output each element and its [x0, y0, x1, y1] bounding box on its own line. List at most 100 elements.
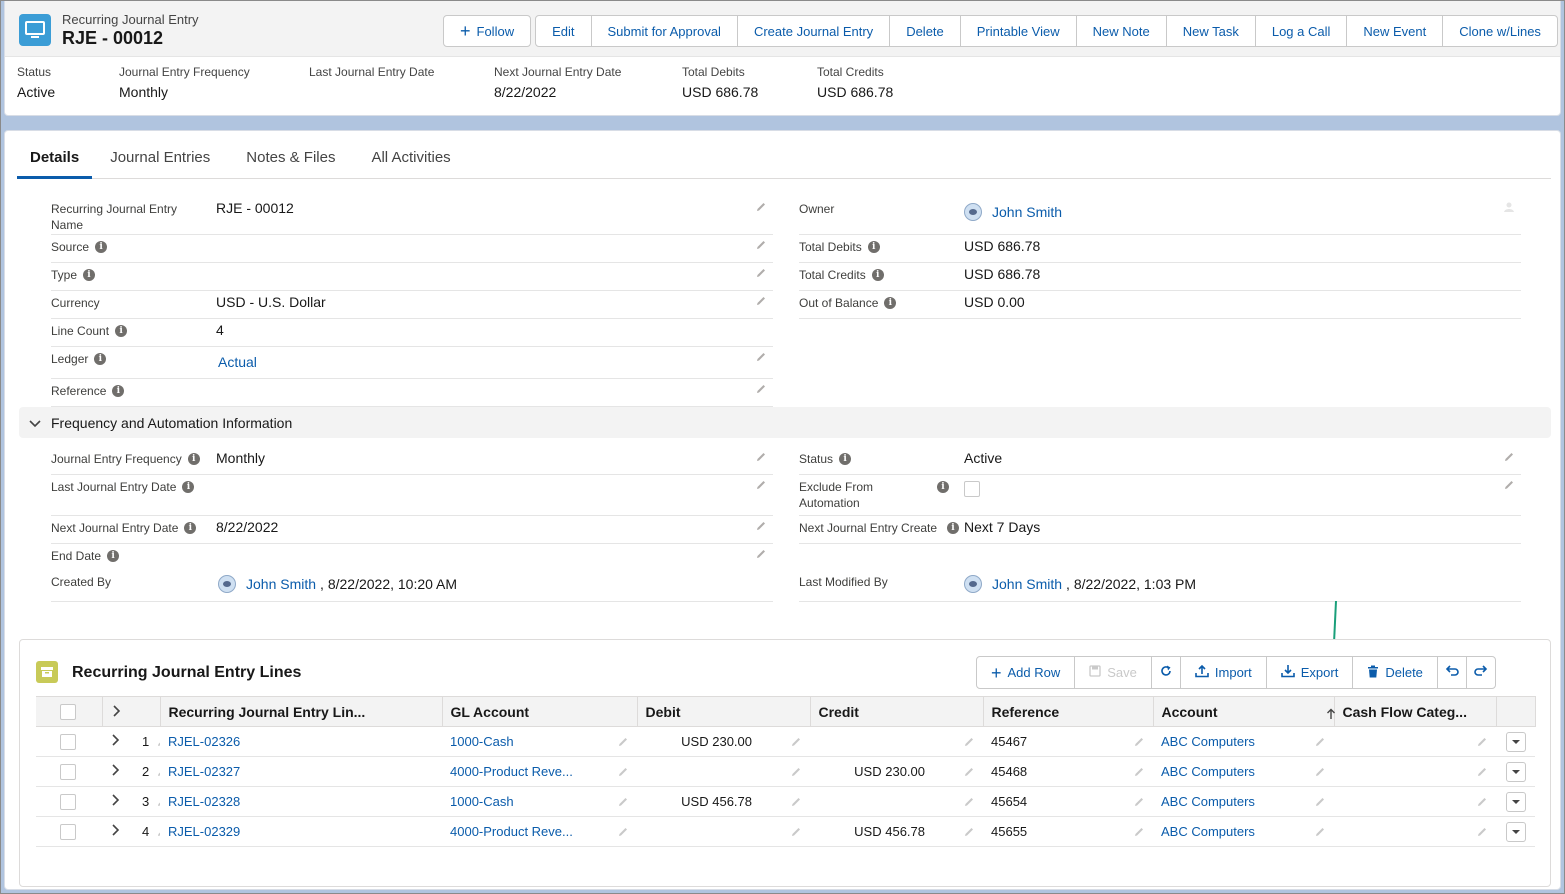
submit-for-approval-button[interactable]: Submit for Approval	[590, 15, 738, 47]
pencil-icon[interactable]	[1476, 796, 1488, 811]
pencil-icon[interactable]	[1314, 736, 1326, 751]
tab-journal-entries[interactable]: Journal Entries	[92, 145, 228, 179]
column-header-credit[interactable]: Credit	[810, 696, 984, 727]
pencil-icon[interactable]	[755, 267, 767, 282]
new-event-button[interactable]: New Event	[1346, 15, 1444, 47]
pencil-icon[interactable]	[755, 351, 767, 366]
pencil-icon[interactable]	[1133, 826, 1145, 841]
pencil-icon[interactable]	[963, 826, 975, 841]
tab-notes-files[interactable]: Notes & Files	[228, 145, 353, 179]
add-row-button[interactable]: + Add Row	[976, 656, 1076, 689]
gl-account-link[interactable]: 4000-Product Reve...	[450, 824, 573, 839]
gl-account-link[interactable]: 4000-Product Reve...	[450, 764, 573, 779]
pencil-icon[interactable]	[1133, 796, 1145, 811]
pencil-icon[interactable]	[1314, 766, 1326, 781]
info-icon[interactable]: i	[867, 241, 880, 253]
column-header-name[interactable]: Recurring Journal Entry Lin...	[160, 696, 443, 727]
select-all-checkbox[interactable]	[60, 704, 76, 721]
pencil-icon[interactable]	[963, 766, 975, 781]
follow-button[interactable]: + Follow	[443, 15, 532, 47]
info-icon[interactable]: i	[107, 550, 120, 562]
info-icon[interactable]: i	[95, 241, 108, 253]
info-icon[interactable]: i	[184, 522, 197, 534]
create-journal-entry-button[interactable]: Create Journal Entry	[736, 15, 891, 47]
info-icon[interactable]: i	[839, 453, 852, 465]
created-by-link[interactable]: John Smith	[246, 576, 316, 592]
row-checkbox[interactable]	[60, 793, 76, 810]
account-link[interactable]: ABC Computers	[1161, 824, 1255, 839]
row-actions-menu-button[interactable]	[1506, 791, 1526, 812]
gl-account-link[interactable]: 1000-Cash	[450, 734, 514, 749]
pencil-icon[interactable]	[617, 736, 629, 751]
info-icon[interactable]: i	[187, 453, 200, 465]
exclude-automation-checkbox[interactable]	[964, 481, 980, 497]
new-task-button[interactable]: New Task	[1165, 15, 1256, 47]
column-header-gl-account[interactable]: GL Account	[442, 696, 638, 727]
column-header-cash-flow[interactable]: Cash Flow Categ...	[1334, 696, 1497, 727]
pencil-icon[interactable]	[755, 548, 767, 563]
row-checkbox[interactable]	[60, 763, 76, 780]
pencil-icon[interactable]	[790, 736, 802, 751]
pencil-icon[interactable]	[1476, 826, 1488, 841]
printable-view-button[interactable]: Printable View	[959, 15, 1077, 47]
info-icon[interactable]: i	[182, 481, 195, 493]
pencil-icon[interactable]	[617, 796, 629, 811]
pencil-icon[interactable]	[755, 479, 767, 494]
info-icon[interactable]: i	[83, 269, 96, 281]
info-icon[interactable]: i	[884, 297, 897, 309]
chevron-right-icon[interactable]	[112, 704, 121, 720]
column-header-account[interactable]: Account	[1153, 696, 1335, 727]
undo-button[interactable]	[1436, 656, 1467, 689]
edit-button[interactable]: Edit	[535, 15, 592, 47]
line-name-link[interactable]: RJEL-02328	[168, 794, 240, 809]
row-checkbox[interactable]	[60, 823, 76, 840]
refresh-button[interactable]	[1150, 656, 1181, 689]
pencil-icon[interactable]	[617, 766, 629, 781]
ledger-link[interactable]: Actual	[218, 354, 257, 370]
column-header-reference[interactable]: Reference	[983, 696, 1154, 727]
gl-account-link[interactable]: 1000-Cash	[450, 794, 514, 809]
row-actions-menu-button[interactable]	[1506, 731, 1526, 752]
tab-all-activities[interactable]: All Activities	[353, 145, 468, 179]
pencil-icon[interactable]	[755, 201, 767, 216]
row-checkbox[interactable]	[60, 733, 76, 750]
row-actions-menu-button[interactable]	[1506, 761, 1526, 782]
pencil-icon[interactable]	[755, 451, 767, 466]
account-link[interactable]: ABC Computers	[1161, 764, 1255, 779]
clone-with-lines-button[interactable]: Clone w/Lines	[1442, 15, 1558, 47]
change-owner-icon[interactable]	[1503, 201, 1515, 216]
pencil-icon[interactable]	[1133, 736, 1145, 751]
owner-link[interactable]: John Smith	[992, 204, 1062, 220]
info-icon[interactable]: i	[112, 385, 125, 397]
pencil-icon[interactable]	[755, 383, 767, 398]
info-icon[interactable]: i	[937, 481, 949, 493]
delete-lines-button[interactable]: Delete	[1352, 656, 1438, 689]
pencil-icon[interactable]	[1314, 826, 1326, 841]
pencil-icon[interactable]	[1503, 451, 1515, 466]
import-button[interactable]: Import	[1179, 656, 1267, 689]
column-header-debit[interactable]: Debit	[637, 696, 811, 727]
line-name-link[interactable]: RJEL-02329	[168, 824, 240, 839]
info-icon[interactable]: i	[871, 269, 884, 281]
info-icon[interactable]: i	[115, 325, 128, 337]
chevron-right-icon[interactable]	[112, 824, 120, 839]
pencil-icon[interactable]	[790, 826, 802, 841]
redo-button[interactable]	[1465, 656, 1496, 689]
pencil-icon[interactable]	[1503, 479, 1515, 494]
pencil-icon[interactable]	[1133, 766, 1145, 781]
line-name-link[interactable]: RJEL-02326	[168, 734, 240, 749]
pencil-icon[interactable]	[963, 736, 975, 751]
save-button[interactable]: Save	[1074, 656, 1152, 689]
pencil-icon[interactable]	[755, 239, 767, 254]
pencil-icon[interactable]	[790, 796, 802, 811]
pencil-icon[interactable]	[790, 766, 802, 781]
row-actions-menu-button[interactable]	[1506, 821, 1526, 842]
chevron-right-icon[interactable]	[112, 734, 120, 749]
account-link[interactable]: ABC Computers	[1161, 734, 1255, 749]
chevron-right-icon[interactable]	[112, 764, 120, 779]
new-note-button[interactable]: New Note	[1075, 15, 1167, 47]
pencil-icon[interactable]	[1476, 766, 1488, 781]
delete-button[interactable]: Delete	[889, 15, 961, 47]
pencil-icon[interactable]	[755, 520, 767, 535]
export-button[interactable]: Export	[1265, 656, 1354, 689]
